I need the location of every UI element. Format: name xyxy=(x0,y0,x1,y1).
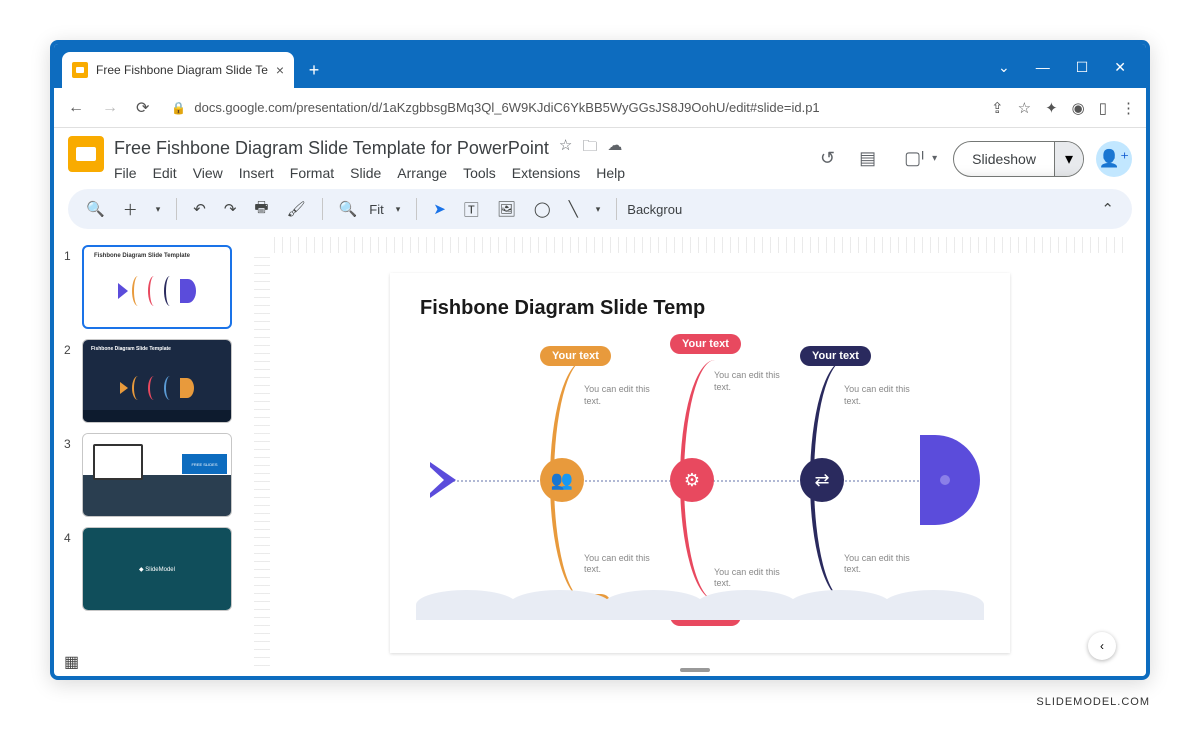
fishbone-cause-3[interactable]: Your text You can edit this text. ⇄ You … xyxy=(770,340,890,620)
speaker-notes-handle[interactable] xyxy=(680,668,710,672)
collapse-toolbar-icon[interactable]: ⌃ xyxy=(1095,194,1120,224)
history-icon[interactable]: ↺ xyxy=(814,142,841,175)
fish-head xyxy=(920,435,980,525)
slide-thumb-2[interactable]: Fishbone Diagram Slide Template xyxy=(82,339,232,423)
new-slide-icon[interactable]: ＋ xyxy=(117,193,144,226)
slides-logo-icon[interactable] xyxy=(68,136,104,172)
url-field[interactable]: 🔒 docs.google.com/presentation/d/1aKzgbb… xyxy=(163,100,981,115)
canvas-area[interactable]: Fishbone Diagram Slide Temp Your text Yo… xyxy=(244,237,1146,676)
zoom-level[interactable]: Fit xyxy=(369,202,383,217)
comments-icon[interactable]: ▤ xyxy=(853,142,882,175)
vertical-ruler xyxy=(254,253,270,666)
close-window-icon[interactable]: ✕ xyxy=(1114,59,1126,76)
star-icon[interactable]: ☆ xyxy=(559,136,572,161)
menubar: File Edit View Insert Format Slide Arran… xyxy=(114,165,804,181)
reload-button[interactable]: ⟳ xyxy=(132,94,153,122)
browser-tab[interactable]: Free Fishbone Diagram Slide Te × xyxy=(62,52,294,88)
menu-edit[interactable]: Edit xyxy=(153,165,177,181)
undo-icon[interactable]: ↶ xyxy=(187,194,212,224)
thumb-number: 1 xyxy=(64,245,76,329)
thumb-number: 4 xyxy=(64,527,76,611)
thumb-number: 2 xyxy=(64,339,76,423)
cloud-status-icon[interactable]: ☁ xyxy=(607,136,622,161)
zoom-out-icon[interactable]: 🔍 xyxy=(333,194,364,224)
menu-format[interactable]: Format xyxy=(290,165,334,181)
address-bar: ← → ⟳ 🔒 docs.google.com/presentation/d/1… xyxy=(54,88,1146,128)
slideshow-button-group: Slideshow ▾ 🗨 Presenter view Start slide… xyxy=(953,141,1084,177)
bookmark-icon[interactable]: ☆ xyxy=(1018,99,1031,117)
slides-header: Free Fishbone Diagram Slide Template for… xyxy=(54,128,1146,185)
slides-favicon xyxy=(72,62,88,78)
image-icon[interactable]: 🖼 xyxy=(491,194,522,224)
textbox-icon[interactable]: 🅃 xyxy=(458,193,485,226)
menu-tools[interactable]: Tools xyxy=(463,165,496,181)
browser-menu-icon[interactable]: ⋮ xyxy=(1121,99,1136,117)
minimize-icon[interactable]: ― xyxy=(1036,59,1050,76)
browser-window: Free Fishbone Diagram Slide Te × + ⌄ ― ☐… xyxy=(50,40,1150,680)
menu-arrange[interactable]: Arrange xyxy=(397,165,447,181)
background-button[interactable]: Backgrou xyxy=(627,202,682,217)
menu-view[interactable]: View xyxy=(193,165,223,181)
slide-canvas[interactable]: Fishbone Diagram Slide Temp Your text Yo… xyxy=(390,273,1010,653)
tab-title: Free Fishbone Diagram Slide Te xyxy=(96,63,268,77)
window-dropdown-icon[interactable]: ⌄ xyxy=(998,59,1010,76)
document-title[interactable]: Free Fishbone Diagram Slide Template for… xyxy=(114,138,549,159)
browser-titlebar: Free Fishbone Diagram Slide Te × + ⌄ ― ☐… xyxy=(54,44,1146,88)
paint-format-icon[interactable]: 🖌 xyxy=(281,194,312,224)
toolbar: 🔍 ＋ ▾ ↶ ↷ 🖶 🖌 🔍 Fit ▾ ➤ 🅃 🖼 ◯ ╲ ▾ Backgr… xyxy=(68,189,1132,229)
sidepanel-icon[interactable]: ▯ xyxy=(1099,99,1107,117)
url-text: docs.google.com/presentation/d/1aKzgbbsg… xyxy=(194,100,819,115)
zoom-dropdown-icon[interactable]: ▾ xyxy=(390,198,407,221)
watermark: SLIDEMODEL.COM xyxy=(1036,696,1150,708)
meet-dropdown-icon[interactable]: ▾ xyxy=(932,153,937,164)
back-button[interactable]: ← xyxy=(64,95,88,121)
shape-icon[interactable]: ◯ xyxy=(528,194,557,224)
thumbnail-pane[interactable]: 1 Fishbone Diagram Slide Template xyxy=(54,237,244,676)
move-icon[interactable]: 🗀 xyxy=(582,136,597,161)
menu-insert[interactable]: Insert xyxy=(239,165,274,181)
print-icon[interactable]: 🖶 xyxy=(248,191,274,228)
tab-close-icon[interactable]: × xyxy=(276,62,284,78)
filmstrip-view-icon[interactable]: ▦ xyxy=(64,652,79,672)
fish-tail xyxy=(430,462,456,498)
slide-title[interactable]: Fishbone Diagram Slide Temp xyxy=(420,297,980,320)
slide-thumb-3[interactable]: FREE SLIDES xyxy=(82,433,232,517)
select-tool-icon[interactable]: ➤ xyxy=(427,194,452,224)
line-dropdown-icon[interactable]: ▾ xyxy=(590,198,607,221)
gear-icon: ⚙ xyxy=(670,458,714,502)
horizontal-ruler xyxy=(274,237,1126,253)
fishbone-cause-2[interactable]: Your text You can edit this text. ⚙ You … xyxy=(640,340,760,620)
people-icon: 👥 xyxy=(540,458,584,502)
slide-thumb-4[interactable]: ◆ SlideModel xyxy=(82,527,232,611)
fishbone-cause-1[interactable]: Your text You can edit this text. 👥 You … xyxy=(510,340,630,620)
extensions-icon[interactable]: ✦ xyxy=(1045,99,1058,117)
relay-icon[interactable]: ◉ xyxy=(1072,99,1085,117)
menu-file[interactable]: File xyxy=(114,165,137,181)
explore-button[interactable]: ‹ xyxy=(1088,632,1116,660)
forward-button[interactable]: → xyxy=(98,95,122,121)
fishbone-diagram[interactable]: Your text You can edit this text. 👥 You … xyxy=(420,340,980,620)
slideshow-dropdown-button[interactable]: ▾ xyxy=(1054,142,1083,176)
new-slide-dropdown-icon[interactable]: ▾ xyxy=(150,198,167,221)
menu-slide[interactable]: Slide xyxy=(350,165,381,181)
menu-help[interactable]: Help xyxy=(596,165,625,181)
line-icon[interactable]: ╲ xyxy=(563,194,584,224)
search-menus-icon[interactable]: 🔍 xyxy=(80,194,111,224)
slideshow-button[interactable]: Slideshow xyxy=(954,144,1054,174)
window-controls: ⌄ ― ☐ ✕ xyxy=(998,59,1146,88)
meet-camera-icon[interactable]: ▢ᴵ xyxy=(898,142,930,175)
slide-thumb-1[interactable]: Fishbone Diagram Slide Template xyxy=(82,245,232,329)
maximize-icon[interactable]: ☐ xyxy=(1076,59,1089,76)
process-icon: ⇄ xyxy=(800,458,844,502)
redo-icon[interactable]: ↷ xyxy=(218,194,243,224)
lock-icon: 🔒 xyxy=(171,101,186,115)
thumb-number: 3 xyxy=(64,433,76,517)
workspace: 1 Fishbone Diagram Slide Template xyxy=(54,237,1146,676)
new-tab-button[interactable]: + xyxy=(300,56,328,84)
share-url-icon[interactable]: ⇪ xyxy=(991,99,1004,117)
waves-decoration xyxy=(420,590,980,620)
share-button[interactable]: 👤⁺ xyxy=(1096,141,1132,177)
menu-extensions[interactable]: Extensions xyxy=(512,165,580,181)
